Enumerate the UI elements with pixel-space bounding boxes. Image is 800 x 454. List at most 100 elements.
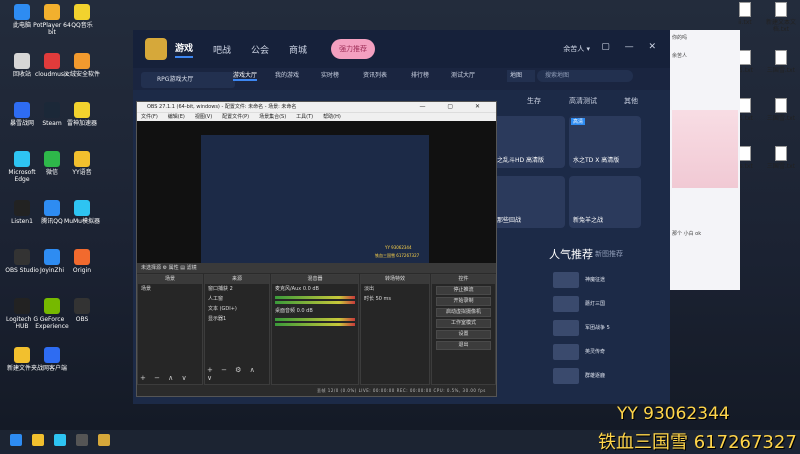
game-card[interactable]: 那些囧战 <box>493 176 565 228</box>
game-card-label: 之乱斗HD 高清版 <box>497 157 545 164</box>
tab-realtime[interactable]: 实时榜 <box>321 70 339 79</box>
menu-edit[interactable]: 编辑(E) <box>168 113 185 121</box>
app-icon <box>74 151 90 167</box>
desktop-icon[interactable]: OBS <box>62 298 102 323</box>
popular-item[interactable]: 神魔征途 <box>553 272 663 290</box>
app-icon <box>44 53 60 69</box>
tab-my-games[interactable]: 我的游戏 <box>275 70 299 79</box>
popular-item[interactable]: 群雄逐鹿 <box>553 368 663 386</box>
nav-store[interactable]: 商城 <box>289 43 307 56</box>
desktop-file-icon[interactable]: ii.txt <box>728 2 762 26</box>
desktop-file-icon[interactable]: 三国雪.txt <box>764 146 798 170</box>
dock-toolbar[interactable]: + − ⚙ ∧ ∨ <box>207 366 269 382</box>
start-icon[interactable] <box>10 434 22 446</box>
nav-battle[interactable]: 吧战 <box>213 43 231 56</box>
thumbnail <box>553 296 579 312</box>
desktop-icon[interactable]: QQ音乐 <box>62 4 102 29</box>
user-name[interactable]: 余苦人 ▾ <box>563 44 590 54</box>
desktop-icon-label: OBS <box>75 316 89 323</box>
stop-streaming-button[interactable]: 停止推流 <box>436 286 491 295</box>
popular-item-label: 蘑灯三国 <box>585 301 606 307</box>
desktop-icon-label: 火绒安全软件 <box>63 71 100 78</box>
explorer-icon[interactable] <box>32 434 44 446</box>
volume-slider[interactable] <box>275 301 355 304</box>
source-item[interactable]: 人工窗 <box>205 294 269 304</box>
desktop-icon[interactable]: 火绒安全软件 <box>62 53 102 78</box>
menu-file[interactable]: 文件(F) <box>141 113 158 121</box>
transition-type[interactable]: 淡出 <box>361 284 429 294</box>
desktop-icon[interactable]: Origin <box>62 249 102 274</box>
desktop-icon-label: 三国雪.txt <box>766 163 796 170</box>
tab-test[interactable]: 测试大厅 <box>451 70 475 79</box>
game-taskbar-icon[interactable] <box>98 434 110 446</box>
game-card-label: 水之TD X 高清版 <box>573 157 620 164</box>
source-item[interactable]: 文本 (GDI+) <box>205 304 269 314</box>
menu-tools[interactable]: 工具(T) <box>296 113 313 121</box>
nav-games[interactable]: 游戏 <box>175 41 194 58</box>
source-item[interactable]: 显示器1 <box>205 314 269 324</box>
desktop-icon[interactable]: MuMu模拟器 <box>62 200 102 225</box>
tab-news[interactable]: 资讯列表 <box>363 70 387 79</box>
popular-subtitle[interactable]: 新图推荐 <box>595 249 623 259</box>
mixer-db: 0.0 dB <box>296 308 313 314</box>
desktop-file-icon[interactable]: 三国雪.txt <box>764 50 798 74</box>
dock-toolbar[interactable]: + − ∧ ∨ <box>140 374 190 382</box>
menu-help[interactable]: 帮助(H) <box>323 113 341 121</box>
mixer-channel-name: 桌面音频 0.0 dB <box>275 308 313 314</box>
virtual-camera-button[interactable]: 启动虚拟摄像机 <box>436 308 491 317</box>
transitions-dock: 转场特效 淡出 时长 50 ms <box>360 274 430 385</box>
app-icon <box>14 347 30 363</box>
text-file-icon <box>739 98 751 113</box>
exit-button[interactable]: 退出 <box>436 341 491 350</box>
popular-item-label: 神魔征途 <box>585 277 606 283</box>
app-icon <box>14 53 30 69</box>
desktop-file-icon[interactable]: 新建文本文档.txt <box>764 2 798 33</box>
source-item[interactable]: 窗口捕获 2 <box>205 284 269 294</box>
promo-banner[interactable]: 强力推荐 <box>331 39 376 59</box>
game-card[interactable]: 之乱斗HD 高清版 <box>493 116 565 168</box>
menu-profile[interactable]: 配置文件(P) <box>222 113 249 121</box>
game-card[interactable]: 新兔羊之战 <box>569 176 641 228</box>
thumbnail <box>553 320 579 336</box>
app-icon <box>44 249 60 265</box>
popular-item[interactable]: 军团战争 5 <box>553 320 663 338</box>
edge-icon[interactable] <box>54 434 66 446</box>
nav-guild[interactable]: 公会 <box>251 43 269 56</box>
source-toolbar[interactable]: 未选择源 ⚙ 属性 ▤ 滤镜 <box>137 263 496 273</box>
volume-slider[interactable] <box>275 323 355 326</box>
start-recording-button[interactable]: 开始录制 <box>436 297 491 306</box>
transition-duration[interactable]: 时长 50 ms <box>361 294 429 304</box>
desktop-icon[interactable]: 雷神加速器 <box>62 102 102 127</box>
game-card[interactable]: 高清 水之TD X 高清版 <box>569 116 641 168</box>
window-controls[interactable]: ▢ — ✕ <box>601 42 662 52</box>
menu-view[interactable]: 视图(V) <box>195 113 212 121</box>
hd-tag: 高清 <box>571 118 586 125</box>
popular-item[interactable]: 蘑灯三国 <box>553 296 663 314</box>
thumbnail <box>553 272 579 288</box>
tab-ranking[interactable]: 排行榜 <box>411 70 429 79</box>
obs-taskbar-icon[interactable] <box>76 434 88 446</box>
menu-scene-collection[interactable]: 场景集合(S) <box>259 113 286 121</box>
text-file-icon <box>739 146 751 161</box>
obs-preview[interactable]: YY 93062344 铁血三国雪 617267327 <box>137 121 496 263</box>
category-survival[interactable]: 生存 <box>527 96 541 106</box>
studio-mode-button[interactable]: 工作室模式 <box>436 319 491 328</box>
app-icon <box>74 249 90 265</box>
settings-button[interactable]: 设置 <box>436 330 491 339</box>
search-input[interactable]: 搜索地图 <box>537 70 633 82</box>
desktop-icon[interactable]: 战网客户端 <box>32 347 72 372</box>
desktop-icon-label: QQ音乐 <box>71 22 93 29</box>
audio-meter <box>275 318 355 321</box>
dock-title: 转场特效 <box>361 275 429 284</box>
rpg-lobby-button[interactable]: RPG游戏大厅 <box>141 72 235 88</box>
desktop-icon[interactable]: YY语音 <box>62 151 102 176</box>
scene-item[interactable]: 场景 <box>138 284 202 294</box>
tab-lobby[interactable]: 游戏大厅 <box>233 70 258 81</box>
desktop-icon-label: Origin <box>72 267 92 274</box>
desktop-file-icon[interactable]: 三国雪.txt <box>764 98 798 122</box>
region-select[interactable]: 地图 <box>507 70 535 82</box>
obs-window-controls[interactable]: — ▢ ✕ <box>419 102 490 112</box>
category-other[interactable]: 其他 <box>624 96 638 106</box>
category-hd-test[interactable]: 高清测试 <box>569 96 597 106</box>
popular-item[interactable]: 英灵传奇 <box>553 344 663 362</box>
